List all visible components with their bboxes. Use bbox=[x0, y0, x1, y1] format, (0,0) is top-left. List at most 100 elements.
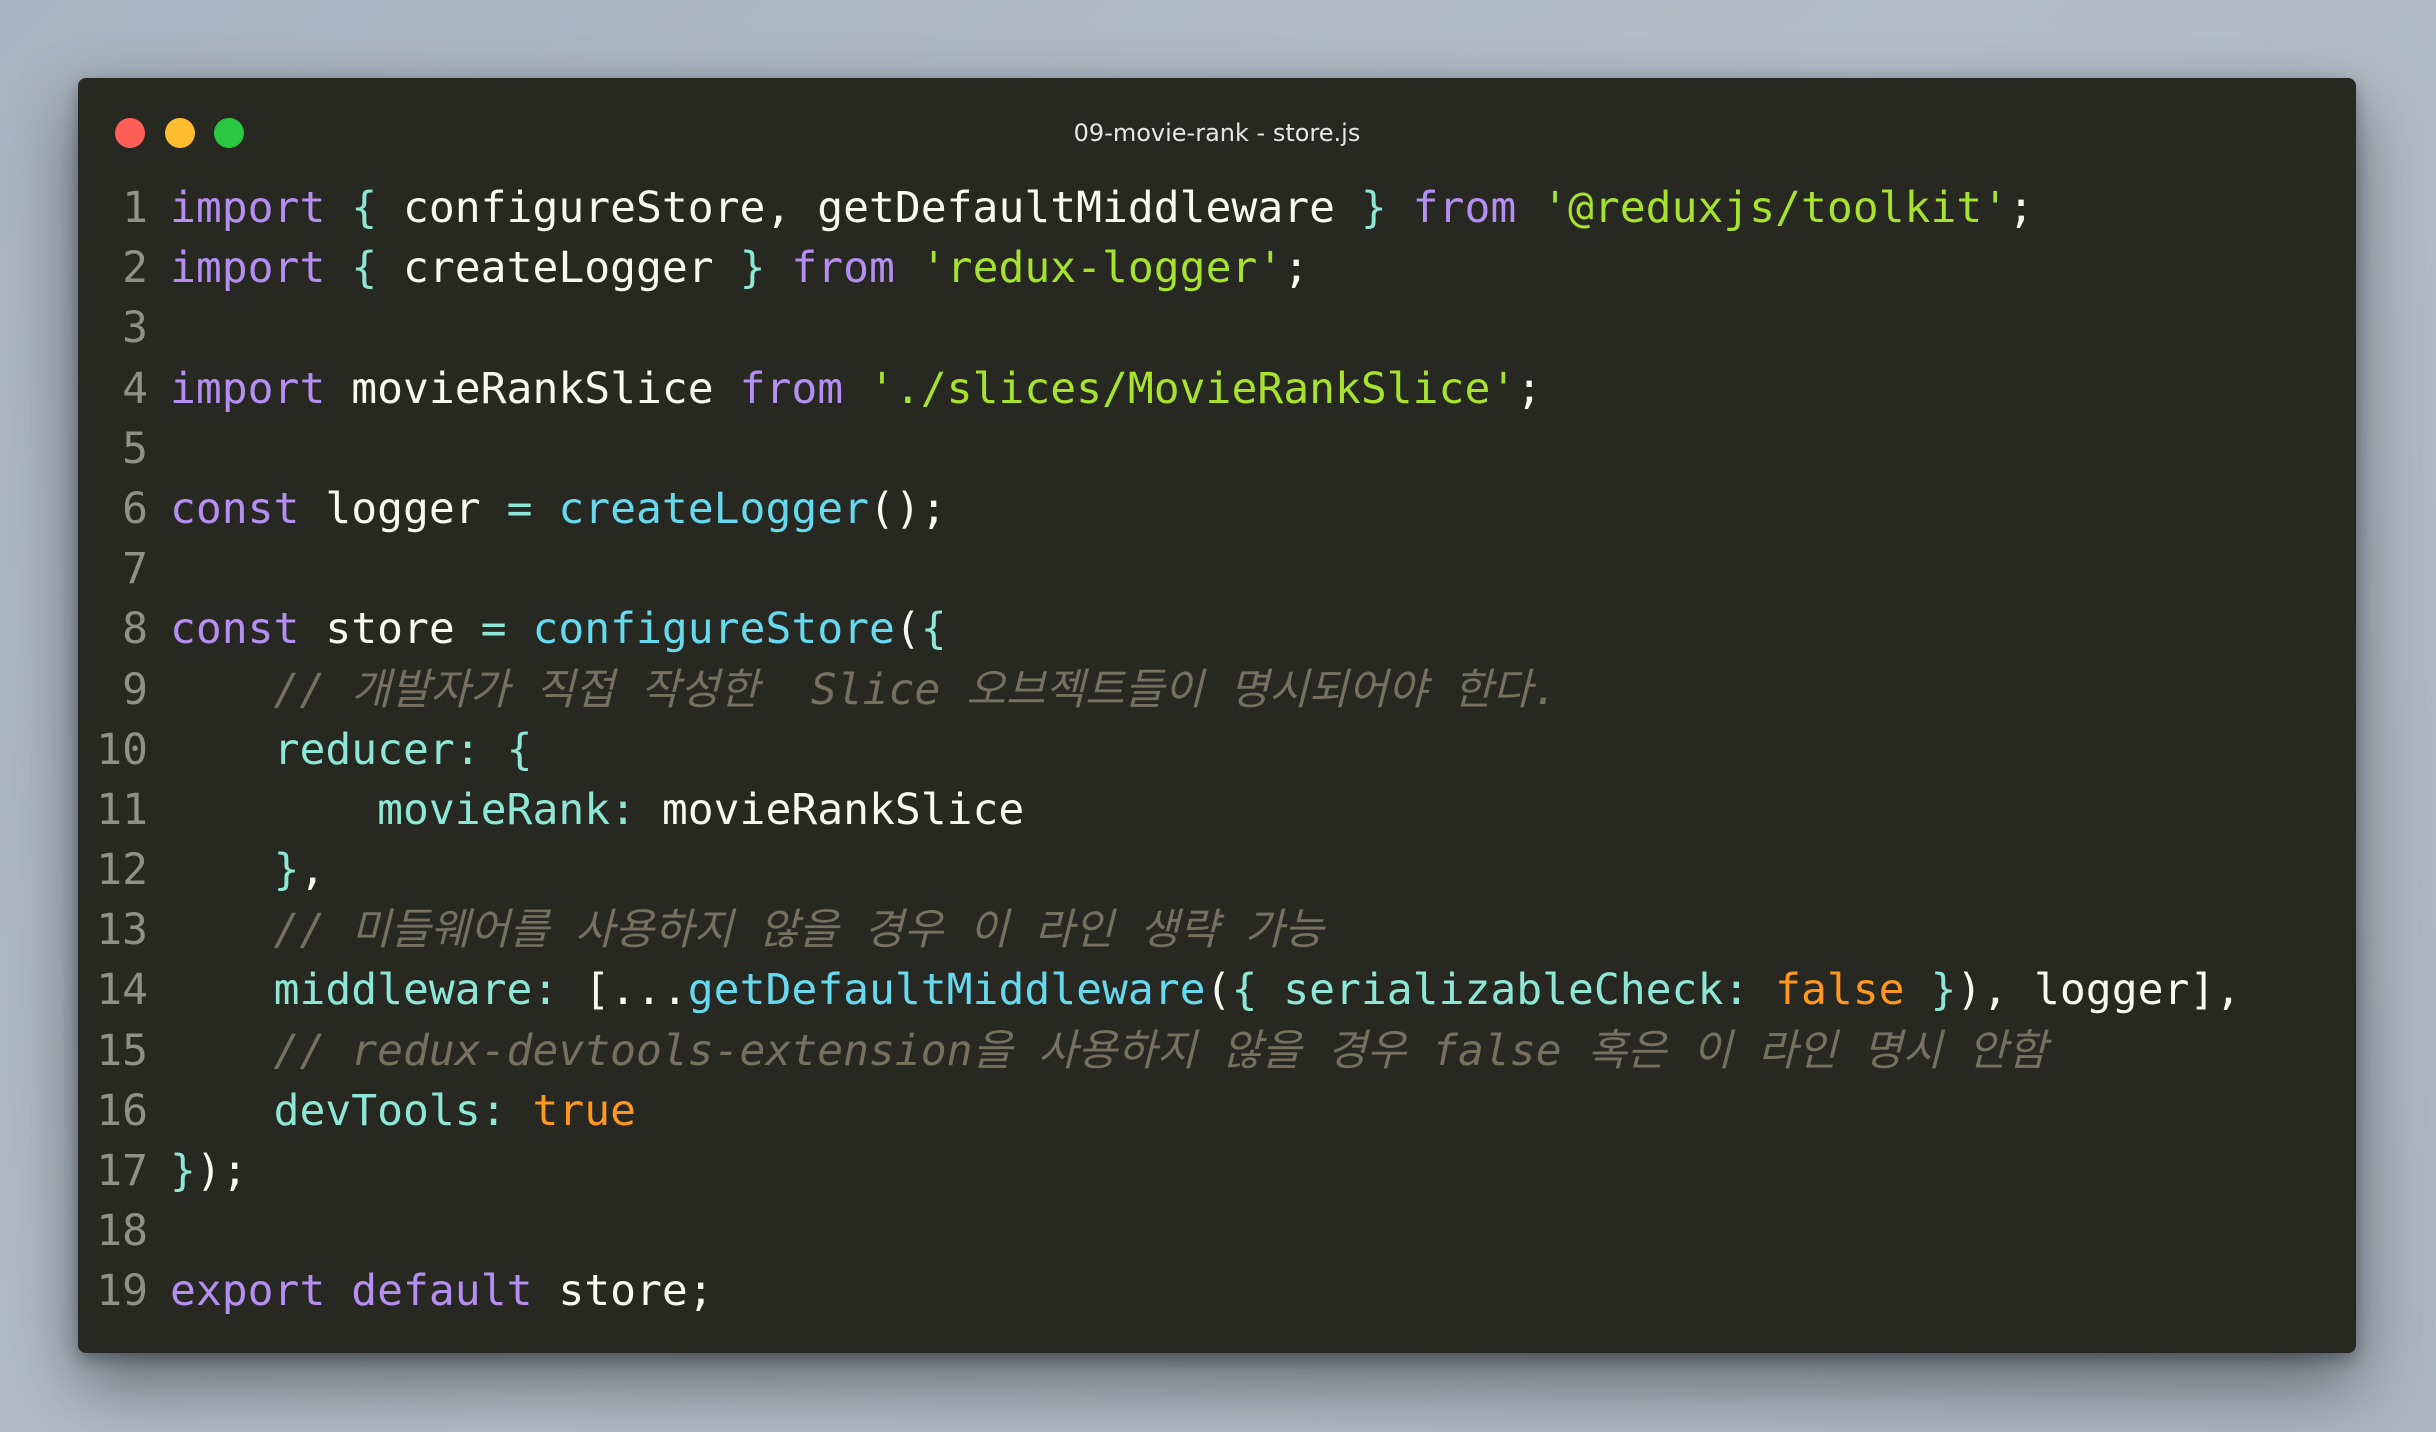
code-token: middleware bbox=[273, 965, 533, 1016]
code-token: createLogger bbox=[558, 483, 870, 534]
code-token: from bbox=[1412, 183, 1517, 233]
code-line: 1 import { configureStore, getDefaultMidd… bbox=[78, 178, 2356, 238]
code-token: import bbox=[170, 243, 326, 294]
code-token: // 미들웨어를 사용하지 않을 경우 이 라인 생략 가능 bbox=[273, 905, 1324, 956]
code-token: : bbox=[454, 724, 481, 775]
code-token: devTools bbox=[273, 1085, 481, 1136]
code-text: const logger = createLogger(); bbox=[148, 479, 947, 539]
code-text: // 미들웨어를 사용하지 않을 경우 이 라인 생략 가능 bbox=[148, 900, 1324, 960]
code-token: import bbox=[170, 363, 326, 414]
code-token: } bbox=[1930, 965, 1957, 1016]
code-token: movieRankSlice bbox=[636, 784, 1025, 835]
code-token: ; bbox=[2008, 183, 2035, 233]
code-text: import { createLogger } from 'redux-logg… bbox=[148, 238, 1309, 298]
line-number: 18 bbox=[96, 1206, 148, 1257]
code-token: (); bbox=[869, 483, 947, 534]
code-token: movieRankSlice bbox=[325, 363, 740, 414]
code-text: }); bbox=[148, 1141, 248, 1201]
code-line: 17}); bbox=[78, 1141, 2356, 1201]
line-number: 14 bbox=[96, 965, 148, 1016]
code-token: const bbox=[170, 483, 300, 534]
line-number: 15 bbox=[96, 1025, 148, 1076]
code-text: devTools: true bbox=[148, 1081, 636, 1141]
code-token: ; bbox=[1283, 243, 1310, 294]
line-number: 17 bbox=[96, 1146, 148, 1196]
code-token: logger bbox=[299, 483, 507, 534]
code-token: import bbox=[170, 183, 326, 233]
code-token: default bbox=[351, 1266, 533, 1317]
code-line: 11 movieRank: movieRankSlice bbox=[78, 780, 2356, 840]
code-token: false bbox=[1775, 965, 1905, 1016]
line-number: 6 bbox=[122, 483, 148, 534]
code-token: } bbox=[1360, 183, 1387, 233]
line-number: 1 bbox=[122, 183, 148, 233]
code-line: 15 // redux-devtools-extension을 사용하지 않을 … bbox=[78, 1021, 2356, 1081]
code-line: 19 export default store; bbox=[78, 1261, 2356, 1321]
line-number: 5 bbox=[122, 423, 148, 474]
code-token: : bbox=[1723, 965, 1750, 1016]
code-token: true bbox=[532, 1085, 637, 1136]
code-line: 2 import { createLogger } from 'redux-log… bbox=[78, 238, 2356, 298]
code-token: configureStore, getDefaultMiddleware bbox=[377, 183, 1361, 233]
code-token: ; bbox=[1516, 363, 1543, 414]
code-line: 5 bbox=[78, 419, 2356, 479]
code-line: 7 bbox=[78, 539, 2356, 599]
code-token: = bbox=[480, 604, 507, 655]
code-token: getDefaultMiddleware bbox=[687, 965, 1206, 1016]
code-token: movieRank bbox=[377, 784, 611, 835]
code-line: 14 middleware: [...getDefaultMiddleware(… bbox=[78, 960, 2356, 1020]
code-token: from bbox=[791, 243, 895, 294]
code-token: ), logger], bbox=[1956, 965, 2242, 1016]
code-line: 16 devTools: true bbox=[78, 1081, 2356, 1141]
code-token: '@reduxjs/toolkit' bbox=[1542, 183, 2009, 233]
code-token: store bbox=[299, 604, 481, 655]
code-token: './slices/MovieRankSlice' bbox=[869, 363, 1517, 414]
line-number: 9 bbox=[122, 664, 148, 715]
code-line: 10 reducer: { bbox=[78, 720, 2356, 780]
code-token: : bbox=[480, 1085, 507, 1136]
line-number: 11 bbox=[96, 784, 148, 835]
line-number: 10 bbox=[96, 724, 148, 775]
code-token: // redux-devtools-extension을 사용하지 않을 경우 … bbox=[273, 1025, 2048, 1076]
code-line: 13 // 미들웨어를 사용하지 않을 경우 이 라인 생략 가능 bbox=[78, 900, 2356, 960]
code-text: middleware: [...getDefaultMiddleware({ s… bbox=[148, 960, 2242, 1020]
line-number: 7 bbox=[122, 544, 148, 595]
line-number: 2 bbox=[122, 243, 148, 294]
code-token: configureStore bbox=[532, 604, 895, 655]
code-text: movieRank: movieRankSlice bbox=[148, 780, 1024, 840]
code-token: [... bbox=[558, 965, 688, 1016]
code-line: 12 }, bbox=[78, 840, 2356, 900]
code-token: { bbox=[1231, 965, 1258, 1016]
code-token: // 개발자가 직접 작성한 Slice 오브젝트들이 명시되어야 한다. bbox=[273, 664, 1559, 715]
code-text: import movieRankSlice from './slices/Mov… bbox=[148, 359, 1542, 419]
code-text: // redux-devtools-extension을 사용하지 않을 경우 … bbox=[148, 1021, 2048, 1081]
code-line: 18 bbox=[78, 1201, 2356, 1261]
code-text: export default store; bbox=[148, 1261, 714, 1321]
code-token: ); bbox=[195, 1146, 248, 1196]
code-token: createLogger bbox=[377, 243, 740, 294]
code-window: 09-movie-rank - store.js 1 import { confi… bbox=[78, 78, 2356, 1353]
code-token: from bbox=[739, 363, 844, 414]
code-editor: 1 import { configureStore, getDefaultMidd… bbox=[78, 178, 2356, 1322]
code-text: // 개발자가 직접 작성한 Slice 오브젝트들이 명시되어야 한다. bbox=[148, 660, 1559, 720]
code-token: = bbox=[506, 483, 533, 534]
code-token: } bbox=[170, 1146, 196, 1196]
